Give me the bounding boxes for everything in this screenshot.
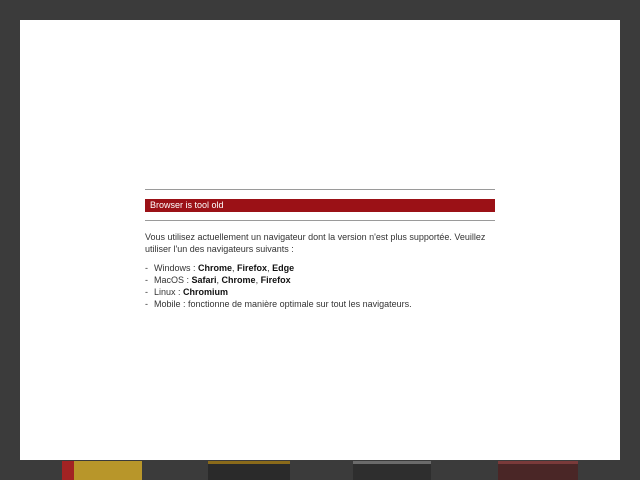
platform-item: - Linux : Chromium — [145, 286, 495, 298]
background-product-thumbnail — [62, 461, 142, 480]
browser-name: Chrome — [198, 263, 233, 273]
page: Browser is tool old Vous utilisez actuel… — [0, 0, 640, 480]
browser-name: Safari — [191, 275, 217, 285]
browser-name: Edge — [272, 263, 295, 273]
background-product-thumbnail — [353, 461, 431, 480]
platform-label: MacOS : — [154, 275, 192, 285]
warning-panel: Browser is tool old Vous utilisez actuel… — [145, 189, 495, 310]
warning-title: Browser is tool old — [145, 199, 495, 212]
bottom-divider — [145, 220, 495, 221]
platform-item: - Mobile : fonctionne de manière optimal… — [145, 298, 495, 310]
list-dash: - — [145, 299, 148, 309]
background-product-thumbnail — [208, 461, 290, 480]
platform-label: Windows : — [154, 263, 199, 273]
platform-label: Mobile : fonctionne de manière optimale … — [154, 299, 412, 309]
browser-name: Firefox — [260, 275, 291, 285]
warning-message: Vous utilisez actuellement un navigateur… — [145, 232, 486, 254]
browser-warning-modal: Browser is tool old Vous utilisez actuel… — [20, 20, 620, 460]
platform-label: Linux : — [154, 287, 184, 297]
list-dash: - — [145, 263, 148, 273]
browser-name: Firefox — [237, 263, 268, 273]
background-product-thumbnail — [498, 461, 578, 480]
top-divider — [145, 189, 495, 190]
list-dash: - — [145, 275, 148, 285]
platform-item: - MacOS : Safari, Chrome, Firefox — [145, 274, 495, 286]
list-dash: - — [145, 287, 148, 297]
platform-item: - Windows : Chrome, Firefox, Edge — [145, 262, 495, 274]
supported-browsers-list: - Windows : Chrome, Firefox, Edge - MacO… — [145, 262, 495, 310]
browser-name: Chrome — [221, 275, 256, 285]
browser-name: Chromium — [183, 287, 229, 297]
